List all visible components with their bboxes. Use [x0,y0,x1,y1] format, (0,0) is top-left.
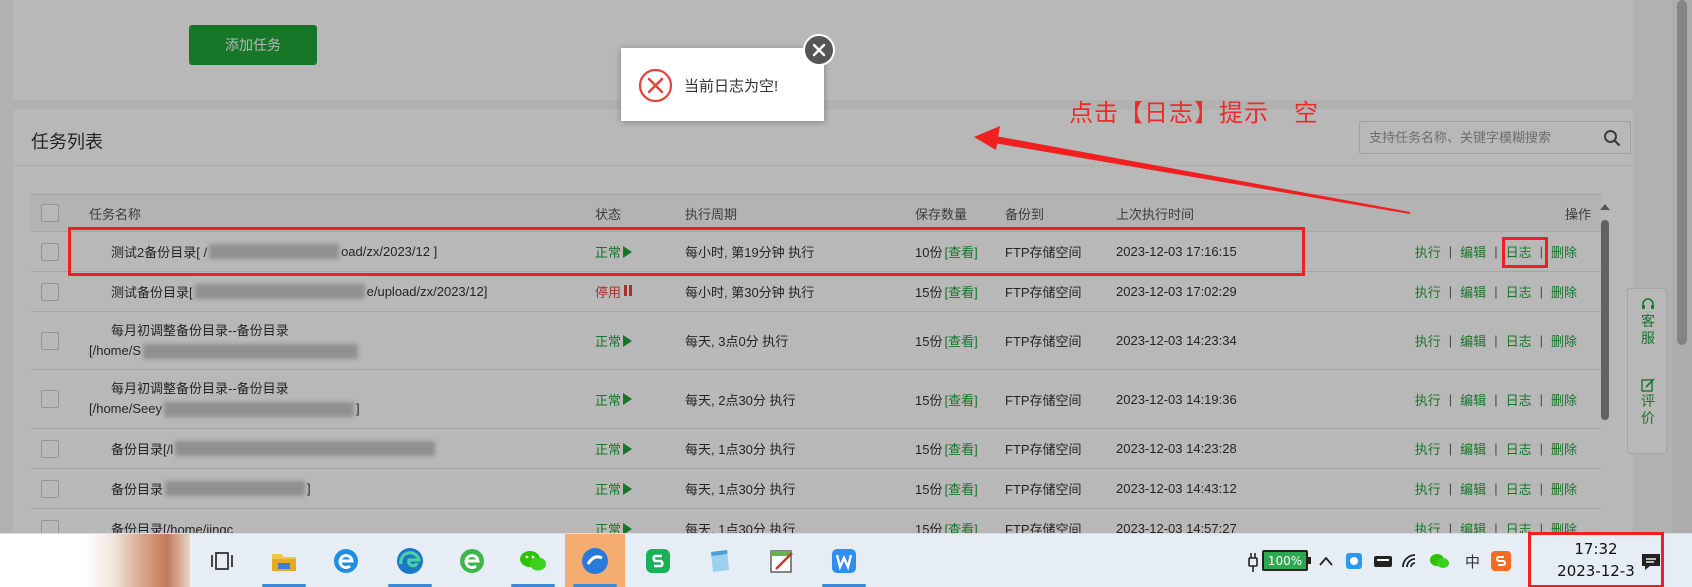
taskbar-wechat[interactable] [503,534,563,587]
text-editor-icon [770,550,793,573]
clock-time: 17:32 [1574,540,1618,558]
taskbar-edge[interactable] [380,534,440,587]
wechat-icon [520,551,546,571]
notification-icon[interactable] [1640,552,1662,572]
taskbar-wps-writer[interactable] [814,534,874,587]
keyboard-icon[interactable] [1372,553,1394,569]
app-window: 添加任务 任务列表 任务名称 状态 执行周期 保存数量 备份到 上次执行时间 操… [0,0,1692,533]
folder-icon [272,554,296,571]
taskbar-notepad[interactable] [690,534,750,587]
notepad-icon [711,550,729,572]
chevron-up-icon[interactable] [1318,554,1334,568]
annotation-arrow [974,126,1410,214]
taskbar-snipaste[interactable] [565,534,625,587]
tray-app-icon[interactable] [1344,551,1364,571]
task-view-button[interactable] [192,534,252,587]
taskbar-wallpaper [0,534,190,587]
writer-w-icon [832,549,856,573]
wifi-icon[interactable] [1400,551,1422,571]
taskbar-360-browser[interactable] [442,534,502,587]
capture-tool-icon [582,548,608,574]
taskbar: 100% 中 17:32 2023-12-3 [0,532,1692,587]
ime-indicator[interactable]: 中 [1465,551,1480,572]
edge-icon [397,548,423,574]
taskbar-editor[interactable] [752,534,812,587]
taskbar-file-explorer[interactable] [254,534,314,587]
power-plug-icon [1248,553,1258,572]
sogou-ime-icon[interactable] [1490,550,1512,572]
task-view-icon [211,552,233,570]
wechat-tray-icon[interactable] [1428,552,1450,570]
browser-e-icon [334,549,358,573]
taskbar-wps[interactable] [628,534,688,587]
browser-green-icon [460,549,484,573]
battery-indicator[interactable]: 100% [1262,550,1311,571]
taskbar-ie[interactable] [316,534,376,587]
spreadsheet-s-icon [646,549,670,573]
clock-date: 2023-12-3 [1557,562,1635,580]
